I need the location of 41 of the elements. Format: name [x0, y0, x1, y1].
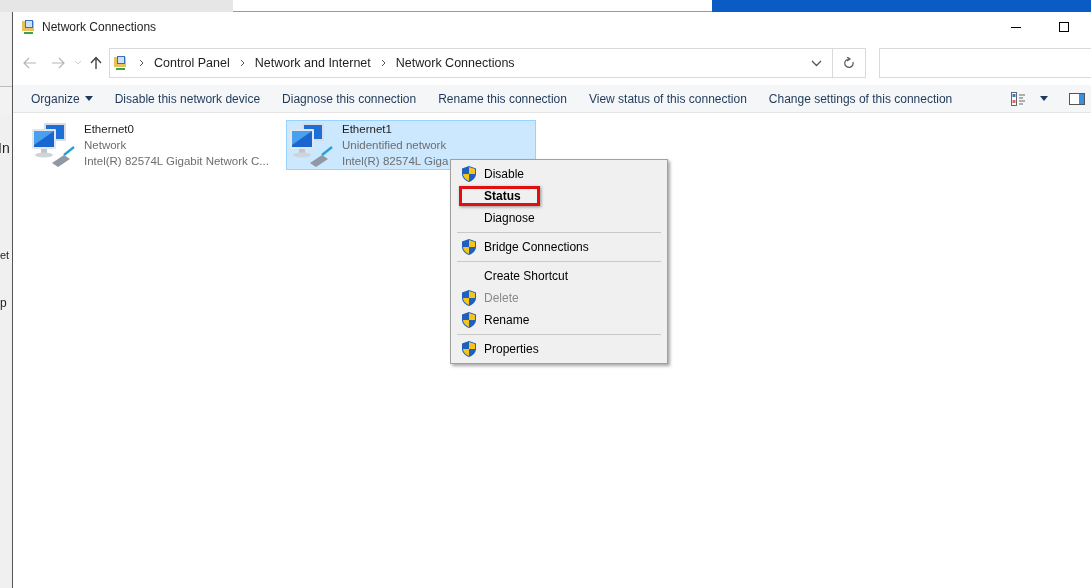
- maximize-icon: [1059, 22, 1069, 32]
- view-options-icon[interactable]: [1011, 91, 1027, 106]
- background-window-text: et: [0, 248, 11, 263]
- chevron-right-icon: [239, 59, 245, 67]
- toolbar-button[interactable]: Disable this network device: [114, 89, 261, 108]
- chevron-down-icon[interactable]: [811, 59, 822, 67]
- caret-icon[interactable]: [1040, 96, 1048, 101]
- preview-pane-icon[interactable]: [1069, 92, 1085, 105]
- toolbar-button[interactable]: Organize: [31, 89, 93, 108]
- breadcrumb-item[interactable]: Control Panel: [154, 53, 230, 73]
- background-window-text: In: [0, 139, 11, 158]
- chevron-right-icon: [139, 59, 144, 67]
- connection-name: Ethernet0: [84, 122, 135, 137]
- connection-status: Network: [84, 138, 128, 153]
- menu-item[interactable]: Status: [453, 185, 665, 207]
- toolbar-button[interactable]: View status of this connection: [588, 89, 747, 108]
- address-bar[interactable]: Control Panel Network and Internet Network Connections: [109, 48, 866, 78]
- menu-item[interactable]: Properties: [453, 338, 665, 360]
- toolbar-button[interactable]: Rename this connection: [438, 89, 567, 108]
- toolbar-button[interactable]: Diagnose this connection: [282, 89, 417, 108]
- adapter-name: Intel(R) 82574L Gigabit Network C...: [84, 154, 269, 169]
- search-field[interactable]: [879, 48, 1091, 78]
- breadcrumb-item[interactable]: Network Connections: [395, 53, 515, 73]
- adapter-name: Intel(R) 82574L Giga: [342, 154, 449, 169]
- menu-item[interactable]: Rename: [453, 309, 665, 331]
- up-arrow-icon[interactable]: [90, 56, 102, 70]
- breadcrumb-item[interactable]: Network and Internet: [254, 53, 371, 73]
- menu-item[interactable]: Bridge Connections: [453, 236, 665, 258]
- control-panel-icon: [113, 55, 129, 71]
- connection-name: Ethernet1: [342, 122, 393, 137]
- refresh-icon: [843, 57, 855, 69]
- background-window-text: p: [0, 294, 8, 312]
- toolbar-button[interactable]: Change settings of this connection: [768, 89, 953, 108]
- connection-tile[interactable]: Ethernet0 Network Intel(R) 82574L Gigabit Network C...: [28, 120, 278, 170]
- chevron-right-icon: [380, 59, 386, 67]
- menu-item[interactable]: Create Shortcut: [453, 265, 665, 287]
- control-panel-icon: [21, 19, 37, 35]
- connection-tile[interactable]: Ethernet1 Unidentified network Intel(R) 82574L Giga: [286, 120, 536, 170]
- connection-status: Unidentified network: [342, 138, 448, 153]
- menu-item[interactable]: Diagnose: [453, 207, 665, 229]
- window-title: Network Connections: [42, 19, 157, 36]
